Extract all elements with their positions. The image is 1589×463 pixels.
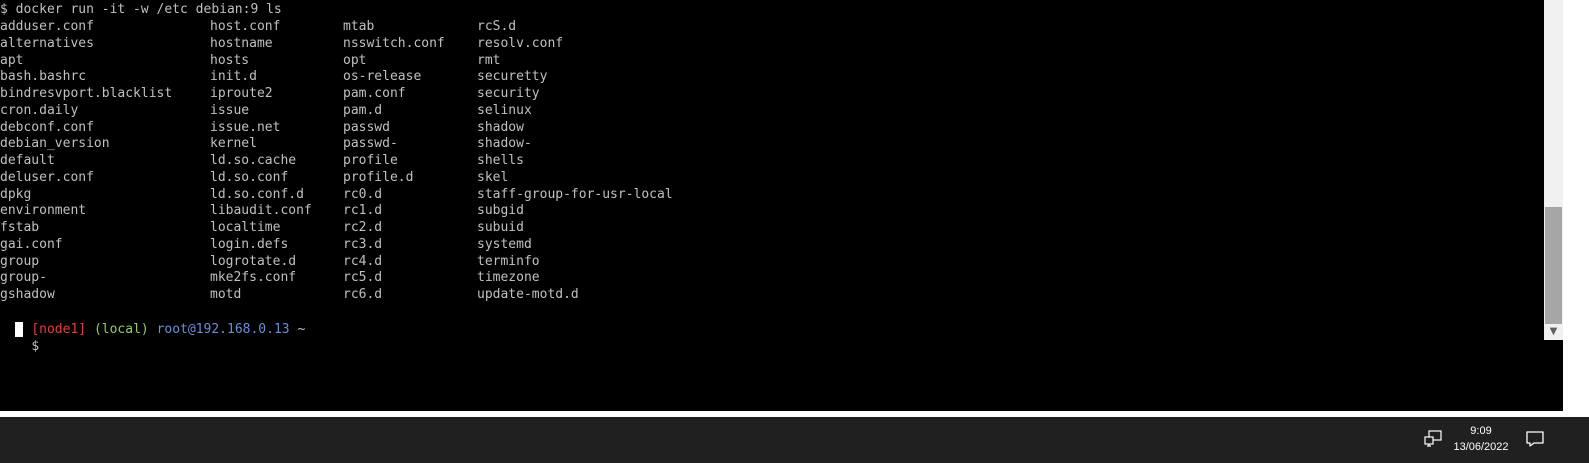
system-clock[interactable]: 9:09 13/06/2022: [1448, 421, 1514, 459]
listing-entry: subgid: [477, 203, 524, 219]
listing-entry: login.defs: [210, 236, 289, 252]
listing-entry: resolv.conf: [477, 35, 564, 51]
input-line[interactable]: $: [0, 321, 39, 354]
listing-entry: rc2.d: [343, 220, 383, 235]
prompt-node: [node1]: [31, 322, 87, 337]
listing-entry: bash.bashrc: [0, 69, 87, 85]
vertical-scrollbar[interactable]: ▼: [1544, 0, 1563, 340]
listing-entry: debian_version: [0, 136, 110, 152]
listing-entry: ld.so.cache: [210, 153, 297, 168]
listing-entry: bindresvport.blacklist: [0, 86, 173, 101]
listing-entry: default: [0, 153, 55, 168]
scrollbar-thumb[interactable]: [1545, 207, 1562, 324]
listing-entry: shadow-: [477, 136, 532, 152]
listing-entry: mke2fs.conf: [210, 270, 297, 286]
listing-entry: mtab: [343, 19, 375, 34]
listing-entry: shells: [477, 153, 524, 168]
prompt-location: (local): [93, 322, 149, 337]
scroll-down-arrow-icon[interactable]: ▼: [1544, 323, 1563, 340]
listing-entry: pam.conf: [343, 86, 406, 101]
listing-entry: debconf.conf: [0, 119, 94, 135]
listing-entry: selinux: [477, 102, 532, 118]
terminal-margin: [1544, 340, 1563, 411]
listing-entry: cron.daily: [0, 102, 79, 118]
listing-entry: rc3.d: [343, 236, 383, 252]
window-frame-right: [1563, 0, 1589, 411]
listing-entry: environment: [0, 203, 87, 219]
listing-entry: passwd-: [343, 136, 398, 152]
listing-entry: motd: [210, 287, 242, 302]
prompt-host: root@192.168.0.13: [156, 322, 290, 337]
listing-entry: shadow: [477, 119, 524, 135]
prompt-symbol: $: [31, 339, 40, 354]
listing-entry: rc5.d: [343, 270, 383, 286]
prompt-line: [node1] (local) root@192.168.0.13 ~: [0, 304, 305, 337]
listing-entry: os-release: [343, 69, 422, 85]
listing-entry: skel: [477, 169, 509, 185]
listing-entry: kernel: [210, 136, 257, 152]
listing-entry: group: [0, 253, 40, 269]
clock-time: 9:09: [1470, 425, 1492, 437]
listing-entry: pam.d: [343, 102, 383, 118]
listing-entry: ld.so.conf.d: [210, 186, 304, 202]
command-line: $ docker run -it -w /etc debian:9 ls: [0, 2, 282, 17]
listing-entry: alternatives: [0, 35, 94, 51]
listing-entry: update-motd.d: [477, 287, 579, 302]
listing-entry: gshadow: [0, 287, 55, 302]
listing-entry: rc6.d: [343, 287, 383, 302]
listing-entry: rmt: [477, 52, 501, 68]
listing-entry: profile: [343, 153, 398, 168]
terminal-window[interactable]: $ docker run -it -w /etc debian:9 ls add…: [0, 0, 1563, 411]
listing-entry: deluser.conf: [0, 169, 94, 185]
listing-entry: ld.so.conf: [210, 169, 289, 185]
listing-entry: opt: [343, 52, 367, 68]
listing-entry: fstab: [0, 220, 40, 235]
listing-entry: security: [477, 86, 540, 101]
listing-entry: libaudit.conf: [210, 203, 312, 219]
listing-entry: issue: [210, 102, 250, 118]
listing-entry: rc1.d: [343, 203, 383, 219]
taskbar: 9:09 13/06/2022: [0, 417, 1589, 463]
listing-entry: securetty: [477, 69, 548, 85]
listing-entry: systemd: [477, 236, 532, 252]
listing-entry: passwd: [343, 119, 390, 135]
listing-entry: rcS.d: [477, 19, 517, 34]
clock-date: 13/06/2022: [1453, 441, 1509, 453]
listing-entry: iproute2: [210, 86, 273, 101]
listing-entry: rc4.d: [343, 253, 383, 269]
listing-entry: host.conf: [210, 19, 281, 34]
listing-entry: nsswitch.conf: [343, 35, 445, 51]
listing-entry: dpkg: [0, 186, 32, 202]
listing-entry: rc0.d: [343, 186, 383, 202]
listing-entry: group-: [0, 270, 47, 286]
listing-entry: profile.d: [343, 169, 414, 185]
listing-entry: staff-group-for-usr-local: [477, 186, 673, 202]
listing-entry: subuid: [477, 220, 524, 235]
listing-entry: adduser.conf: [0, 19, 94, 34]
listing-entry: gai.conf: [0, 236, 63, 252]
prompt-dir: ~: [297, 322, 306, 337]
listing-entry: timezone: [477, 270, 540, 286]
listing-entry: localtime: [210, 220, 281, 235]
listing-entry: hostname: [210, 35, 273, 51]
listing-entry: issue.net: [210, 119, 281, 135]
listing-entry: logrotate.d: [210, 253, 297, 269]
network-icon[interactable]: [1423, 429, 1443, 449]
listing-entry: apt: [0, 52, 24, 68]
listing-entry: init.d: [210, 69, 257, 85]
listing-entry: terminfo: [477, 253, 540, 269]
text-cursor: [15, 322, 23, 337]
action-center-icon[interactable]: [1525, 429, 1545, 449]
listing-entry: hosts: [210, 52, 250, 68]
